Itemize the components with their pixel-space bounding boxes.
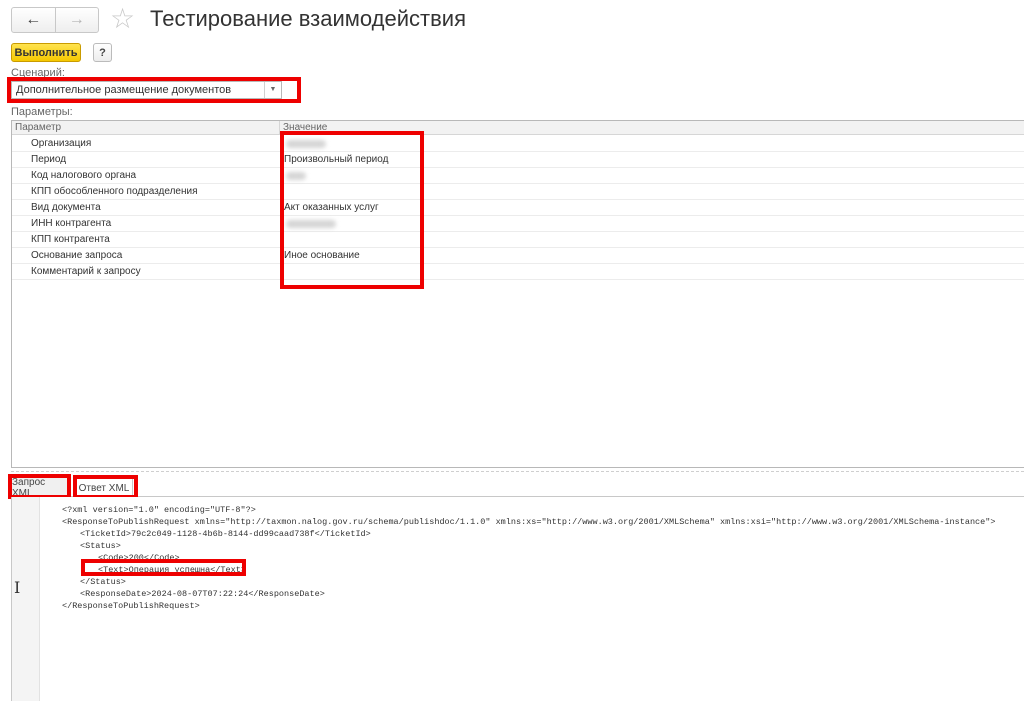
- line-gutter: [12, 497, 40, 701]
- xml-line: <Code>200</Code>: [98, 553, 180, 563]
- tab-bar: Запрос XML Ответ XML: [11, 476, 1024, 499]
- xml-line: </ResponseToPublishRequest>: [62, 601, 200, 611]
- table-row[interactable]: Код налогового органа: [12, 168, 1024, 184]
- parameter-value: Произвольный период: [284, 154, 389, 165]
- parameter-name: ИНН контрагента: [31, 218, 112, 229]
- xml-editor[interactable]: <?xml version="1.0" encoding="UTF-8"?> <…: [11, 497, 1024, 701]
- text-cursor-icon: I: [14, 578, 21, 597]
- arrow-left-icon: ←: [25, 11, 42, 28]
- xml-line: <TicketId>79c2c049-1128-4b6b-8144-dd99ca…: [80, 529, 371, 539]
- table-row[interactable]: Вид документа Акт оказанных услуг: [12, 200, 1024, 216]
- tab-request-xml[interactable]: Запрос XML: [11, 476, 69, 499]
- forward-button[interactable]: →: [54, 8, 99, 32]
- table-header: Параметр Значение: [12, 121, 1024, 135]
- column-header-parameter: Параметр: [15, 122, 62, 133]
- table-row[interactable]: Комментарий к запросу: [12, 264, 1024, 280]
- navigation-buttons: ← →: [11, 7, 99, 33]
- dropdown-arrow-icon[interactable]: ▼: [264, 82, 281, 98]
- scenario-label: Сценарий:: [11, 67, 65, 79]
- parameters-table: Параметр Значение Организация Период Про…: [11, 120, 1024, 468]
- parameter-name: Основание запроса: [31, 250, 123, 261]
- parameter-value: Акт оказанных услуг: [284, 202, 379, 213]
- table-row[interactable]: Организация: [12, 136, 1024, 152]
- xml-line: <?xml version="1.0" encoding="UTF-8"?>: [62, 505, 256, 515]
- table-row[interactable]: Период Произвольный период: [12, 152, 1024, 168]
- xml-line: <Status>: [80, 541, 121, 551]
- xml-line: <Text>Операция успешна</Text>: [98, 565, 246, 575]
- parameter-name: КПП обособленного подразделения: [31, 186, 198, 197]
- parameter-name: Вид документа: [31, 202, 101, 213]
- column-header-value: Значение: [283, 122, 328, 133]
- table-row[interactable]: КПП контрагента: [12, 232, 1024, 248]
- table-row[interactable]: КПП обособленного подразделения: [12, 184, 1024, 200]
- splitter[interactable]: [11, 471, 1024, 472]
- tab-label: Ответ XML: [78, 482, 130, 494]
- redacted-value: [286, 172, 306, 180]
- redacted-value: [286, 220, 336, 228]
- parameter-name: Период: [31, 154, 67, 165]
- parameter-name: КПП контрагента: [31, 234, 110, 245]
- scenario-select[interactable]: Дополнительное размещение документов ▼: [11, 81, 282, 99]
- xml-line: <ResponseDate>2024-08-07T07:22:24</Respo…: [80, 589, 325, 599]
- xml-line: <ResponseToPublishRequest xmlns="http://…: [62, 517, 996, 527]
- parameter-name: Организация: [31, 138, 92, 149]
- help-button[interactable]: ?: [93, 43, 112, 62]
- favorite-star-icon[interactable]: ☆: [110, 4, 135, 34]
- xml-line: </Status>: [80, 577, 126, 587]
- tab-response-xml[interactable]: Ответ XML: [75, 477, 133, 498]
- arrow-right-icon: →: [68, 11, 85, 28]
- table-row[interactable]: Основание запроса Иное основание: [12, 248, 1024, 264]
- tab-label: Запрос XML: [12, 476, 46, 499]
- run-button[interactable]: Выполнить: [11, 43, 81, 62]
- parameter-name: Комментарий к запросу: [31, 266, 141, 277]
- table-row[interactable]: ИНН контрагента: [12, 216, 1024, 232]
- parameter-value: Иное основание: [284, 250, 360, 261]
- page-title: Тестирование взаимодействия: [150, 6, 466, 31]
- parameter-name: Код налогового органа: [31, 170, 137, 181]
- back-button[interactable]: ←: [12, 8, 55, 32]
- parameters-label: Параметры:: [11, 106, 73, 118]
- scenario-select-value: Дополнительное размещение документов: [16, 84, 232, 96]
- redacted-value: [286, 140, 326, 148]
